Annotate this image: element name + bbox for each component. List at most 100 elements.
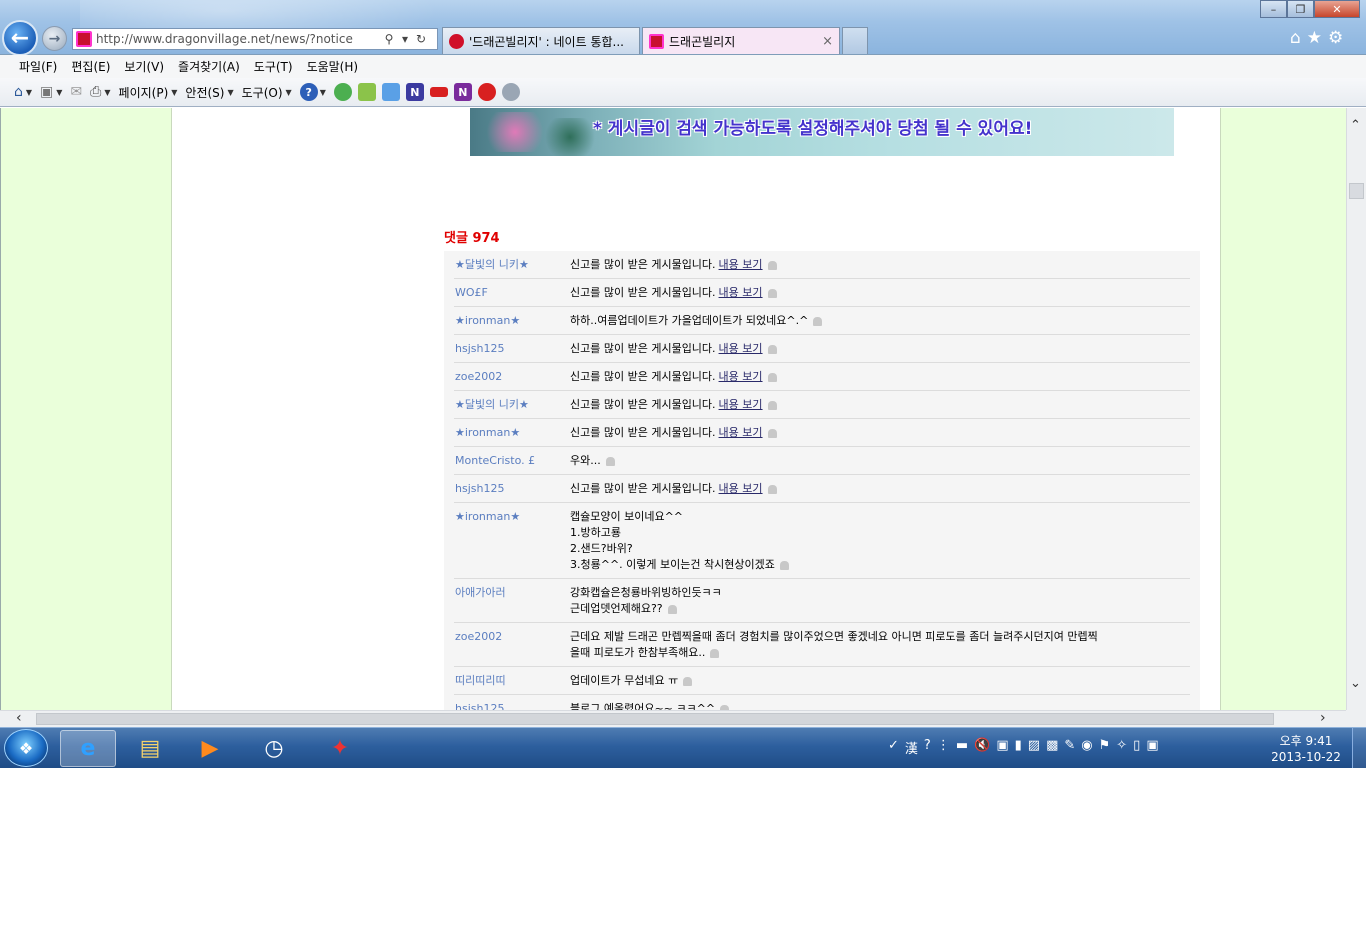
tab-nate-search[interactable]: '드래곤빌리지' : 네이트 통합... [442, 27, 640, 54]
comment-author[interactable]: ★달빛의 니키★ [455, 397, 570, 413]
scroll-down-icon[interactable]: ⌄ [1350, 676, 1361, 691]
show-desktop-button[interactable] [1352, 728, 1366, 768]
scroll-left-icon[interactable]: ‹ [16, 710, 22, 726]
minimize-button[interactable]: – [1260, 0, 1287, 18]
messenger-icon[interactable] [333, 83, 352, 101]
report-icon[interactable] [813, 316, 823, 326]
help-command[interactable]: ? ▼ [299, 83, 326, 101]
tab-dragonvillage[interactable]: 드래곤빌리지 × [642, 27, 840, 54]
start-button[interactable]: ❖ [4, 729, 48, 767]
mail-command[interactable]: ✉ [70, 84, 82, 100]
report-icon[interactable] [683, 676, 693, 686]
view-content-link[interactable]: 내용 보기 [719, 258, 763, 271]
horizontal-scroll-thumb[interactable] [36, 713, 1274, 725]
new-tab-button[interactable] [842, 27, 868, 54]
menu-tools[interactable]: 도구(T) [247, 58, 300, 75]
comment-author[interactable]: MonteCristo. £ [455, 453, 570, 469]
comment-author[interactable]: 아애가아러 [455, 585, 570, 617]
ime-icon[interactable]: ⋮ [937, 738, 950, 757]
comment-author[interactable]: 띠리띠리띠 [455, 673, 570, 689]
taskbar-file-explorer[interactable]: ▤ [122, 730, 178, 767]
hanja-icon[interactable]: 漢 [905, 738, 918, 757]
vertical-scroll-thumb[interactable] [1349, 183, 1364, 199]
view-content-link[interactable]: 내용 보기 [719, 482, 763, 495]
menu-view[interactable]: 보기(V) [117, 58, 171, 75]
close-button[interactable]: ✕ [1314, 0, 1360, 18]
taskbar-media-player[interactable]: ▶ [182, 730, 238, 767]
taskbar-pushpin-app[interactable]: ✦ [312, 730, 368, 767]
onenote-icon[interactable]: N [405, 83, 424, 101]
comment-author[interactable]: ★ironman★ [455, 313, 570, 329]
scroll-up-icon[interactable]: ⌃ [1350, 118, 1361, 133]
flag-icon[interactable] [429, 87, 448, 97]
language-icon[interactable]: ✓ [888, 738, 899, 757]
gear-icon[interactable]: ⚙ [1328, 28, 1343, 48]
tray-clock[interactable]: 오후 9:41 2013-10-22 [1266, 733, 1346, 765]
back-button[interactable]: ← [2, 20, 38, 56]
report-icon[interactable] [710, 648, 720, 658]
network-drive-icon[interactable]: ▨ [1028, 738, 1040, 757]
comment-author[interactable]: hsjsh125 [455, 341, 570, 357]
star-icon[interactable]: ★ [1307, 28, 1322, 48]
help-tray-icon[interactable]: ? [924, 738, 931, 757]
report-icon[interactable] [767, 260, 777, 270]
report-icon[interactable] [667, 604, 677, 614]
signal-icon[interactable]: ▯ [1133, 738, 1140, 757]
taskbar-internet-explorer[interactable]: e [60, 730, 116, 767]
home-icon[interactable]: ⌂ [1290, 28, 1301, 48]
close-tab-icon[interactable]: × [822, 34, 833, 49]
report-icon[interactable] [767, 400, 777, 410]
view-content-link[interactable]: 내용 보기 [719, 398, 763, 411]
flag-icon[interactable]: ⚑ [1099, 738, 1111, 757]
address-input[interactable] [96, 32, 381, 46]
report-icon[interactable] [767, 344, 777, 354]
comment-author[interactable]: zoe2002 [455, 369, 570, 385]
safety-menu[interactable]: 안전(S) ▼ [185, 84, 233, 101]
report-icon[interactable] [767, 428, 777, 438]
puzzle-icon[interactable] [357, 83, 376, 101]
report-icon[interactable] [767, 288, 777, 298]
scroll-right-icon[interactable]: › [1320, 710, 1326, 726]
pen-icon[interactable]: ✎ [1064, 738, 1075, 757]
report-icon[interactable] [767, 372, 777, 382]
drive-icon[interactable]: ▬ [956, 738, 968, 757]
comment-author[interactable]: ★달빛의 니키★ [455, 257, 570, 273]
gear-icon[interactable] [501, 83, 520, 101]
feeds-command[interactable]: ▣ ▼ [40, 84, 62, 100]
view-content-link[interactable]: 내용 보기 [719, 370, 763, 383]
onenote-send-icon[interactable]: N [453, 83, 472, 101]
horizontal-scrollbar[interactable]: ‹ › [0, 710, 1346, 727]
music-icon[interactable] [381, 83, 400, 101]
refresh-icon[interactable]: ↻ [413, 32, 429, 46]
dropdown-icon[interactable]: ▾ [397, 32, 413, 46]
view-content-link[interactable]: 내용 보기 [719, 426, 763, 439]
restore-button[interactable]: ❐ [1287, 0, 1314, 18]
monitor-icon[interactable]: ▣ [996, 738, 1008, 757]
report-icon[interactable] [779, 560, 789, 570]
view-content-link[interactable]: 내용 보기 [719, 342, 763, 355]
menu-edit[interactable]: 편집(E) [64, 58, 117, 75]
comment-author[interactable]: hsjsh125 [455, 701, 570, 710]
menu-favorites[interactable]: 즐겨찾기(A) [171, 58, 247, 75]
pushpin-icon[interactable] [477, 83, 496, 101]
comment-author[interactable]: WO£F [455, 285, 570, 301]
vertical-scrollbar[interactable]: ⌃ ⌄ [1346, 108, 1366, 710]
comment-author[interactable]: ★ironman★ [455, 509, 570, 573]
forward-button[interactable]: → [42, 26, 67, 51]
print-command[interactable]: ⎙ ▼ [90, 84, 110, 100]
address-bar[interactable]: ⚲ ▾ ↻ [72, 28, 438, 50]
report-icon[interactable] [767, 484, 777, 494]
page-menu[interactable]: 페이지(P) ▼ [119, 84, 178, 101]
satellite-icon[interactable]: ✧ [1116, 738, 1127, 757]
report-icon[interactable] [605, 456, 615, 466]
pdf-icon[interactable]: ▣ [1146, 738, 1158, 757]
comment-author[interactable]: zoe2002 [455, 629, 570, 661]
view-content-link[interactable]: 내용 보기 [719, 286, 763, 299]
home-command[interactable]: ⌂ ▼ [14, 84, 32, 100]
menu-file[interactable]: 파일(F) [12, 58, 64, 75]
comment-author[interactable]: ★ironman★ [455, 425, 570, 441]
comment-author[interactable]: hsjsh125 [455, 481, 570, 497]
search-icon[interactable]: ⚲ [381, 32, 397, 46]
clipboard-icon[interactable]: ▩ [1046, 738, 1058, 757]
taskbar-clock-app[interactable]: ◷ [246, 730, 302, 767]
